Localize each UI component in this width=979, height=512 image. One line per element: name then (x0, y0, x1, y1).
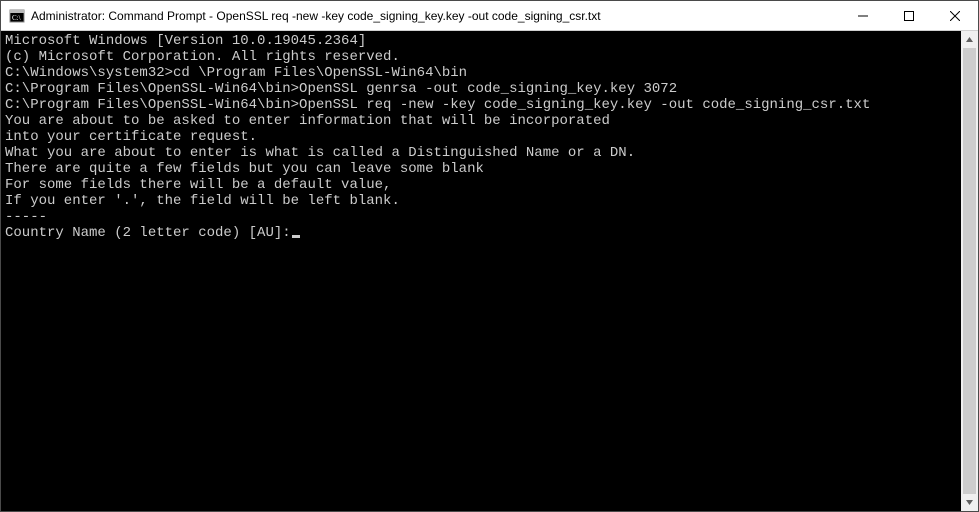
terminal-line: C:\Program Files\OpenSSL-Win64\bin>OpenS… (5, 81, 957, 97)
terminal-line: For some fields there will be a default … (5, 177, 957, 193)
terminal-line: If you enter '.', the field will be left… (5, 193, 957, 209)
vertical-scrollbar[interactable] (961, 31, 978, 511)
window-title: Administrator: Command Prompt - OpenSSL … (31, 9, 840, 23)
terminal-line: C:\Program Files\OpenSSL-Win64\bin>OpenS… (5, 97, 957, 113)
app-icon: C:\ (9, 8, 25, 24)
terminal-line: (c) Microsoft Corporation. All rights re… (5, 49, 957, 65)
command-prompt-window: C:\ Administrator: Command Prompt - Open… (0, 0, 979, 512)
terminal-line: ----- (5, 209, 957, 225)
minimize-button[interactable] (840, 1, 886, 30)
titlebar[interactable]: C:\ Administrator: Command Prompt - Open… (1, 1, 978, 31)
window-controls (840, 1, 978, 30)
scroll-down-button[interactable] (961, 494, 978, 511)
scrollbar-track[interactable] (961, 48, 978, 494)
terminal-line: C:\Windows\system32>cd \Program Files\Op… (5, 65, 957, 81)
scroll-up-button[interactable] (961, 31, 978, 48)
terminal-cursor (292, 235, 300, 238)
svg-text:C:\: C:\ (12, 14, 21, 22)
scrollbar-thumb[interactable] (963, 48, 976, 494)
terminal-line: Microsoft Windows [Version 10.0.19045.23… (5, 33, 957, 49)
terminal-output[interactable]: Microsoft Windows [Version 10.0.19045.23… (1, 31, 961, 511)
terminal-line: into your certificate request. (5, 129, 957, 145)
terminal-line: Country Name (2 letter code) [AU]: (5, 225, 957, 241)
terminal-line: There are quite a few fields but you can… (5, 161, 957, 177)
close-button[interactable] (932, 1, 978, 30)
terminal-line: What you are about to enter is what is c… (5, 145, 957, 161)
terminal-line: You are about to be asked to enter infor… (5, 113, 957, 129)
window-body: Microsoft Windows [Version 10.0.19045.23… (1, 31, 978, 511)
maximize-button[interactable] (886, 1, 932, 30)
